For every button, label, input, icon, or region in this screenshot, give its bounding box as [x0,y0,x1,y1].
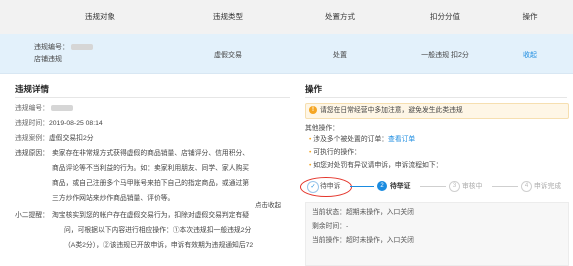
step-active-icon: 2 [377,181,387,191]
detail-case: 违规案例：虚假交易扣2分 [15,135,94,142]
current-operation: 当前操作：超时未操作，入口关闭 [312,237,414,244]
collapse-link[interactable]: 收起 [495,50,565,60]
violation-type-value: 虚假交易 [214,52,242,59]
detail-reason-line: 商品，或自己注册多个马甲账号来拍下自己的指定商品，或通过第 [52,180,250,187]
tip-line: 淘宝核实到您的帐户存在虚假交易行为，扣除对虚假交易判定有疑 [52,212,250,219]
detail-reason-line: 三方炒作网站来炒作商品销量、评价等。 [52,195,175,202]
view-orders-link[interactable]: 查看订单 [388,136,415,143]
bullet-icon: • [309,162,312,169]
remaining-time: 剩余时间：- [312,223,349,230]
header-action: 处置方式 [325,12,355,21]
detail-title: 违规详情 [15,84,50,94]
header-operation: 操作 [522,12,538,21]
step-connector [420,186,446,187]
step-label-pending-appeal: 待申诉 [320,183,341,190]
step-pending-icon: 3 [449,181,460,192]
detail-time: 违规时间：2019-08-25 08:14 [15,120,103,127]
tip-line: 问，可根据以下内容进行相应操作：①本次违规扣一般违规2分 [64,227,252,234]
violation-id: 违规编号： [34,42,93,52]
operation-title: 操作 [305,84,323,94]
detail-divider [15,97,290,98]
step-done-icon: ✓ [307,181,319,193]
masked-id [71,44,93,51]
header-violation-object: 违规对象 [85,12,115,21]
step-connector [492,186,518,187]
op-item: • 如您对处罚有异议请申诉，申诉流程如下： [309,162,443,169]
masked-detail-id [50,105,73,112]
step-label-evidence: 待举证 [390,183,411,190]
warning-icon: ! [309,106,317,114]
detail-id: 违规编号： [15,101,73,116]
bullet-icon: • [309,136,312,143]
step-label-review: 审核中 [462,183,483,190]
detail-reason-line: 卖家存在非常规方式获得虚假的商品销量、店铺评分、信用积分、 [52,150,250,157]
tip-label: 小二提醒： [15,212,49,219]
detail-reason-label: 违规原因： [15,150,49,157]
header-score: 扣分分值 [430,12,460,21]
score-value: 一般违规 扣2分 [421,52,469,59]
violation-category: 店铺违规 [34,56,62,63]
header-violation-type: 违规类型 [213,12,243,21]
tip-line: （A类2分），②该违规已开放申诉，申诉有效期为违规通知后72 [64,242,254,249]
notice-text: 请您在日常经营中多加注意，避免发生此类违规 [320,107,463,114]
collapse-detail-link[interactable]: 点击收起 [255,198,281,213]
detail-reason-line: 商品评论等不当利益的行为。如：卖家利用朋友、同学、家人购买 [52,165,250,172]
step-connector [350,186,374,187]
current-status: 当前状态：超期未操作，入口关闭 [312,209,414,216]
action-value: 处置 [333,52,347,59]
operation-divider [305,97,567,98]
step-pending-icon: 4 [521,181,532,192]
bullet-icon: • [309,149,312,156]
step-label-complete: 申诉完成 [534,183,562,190]
